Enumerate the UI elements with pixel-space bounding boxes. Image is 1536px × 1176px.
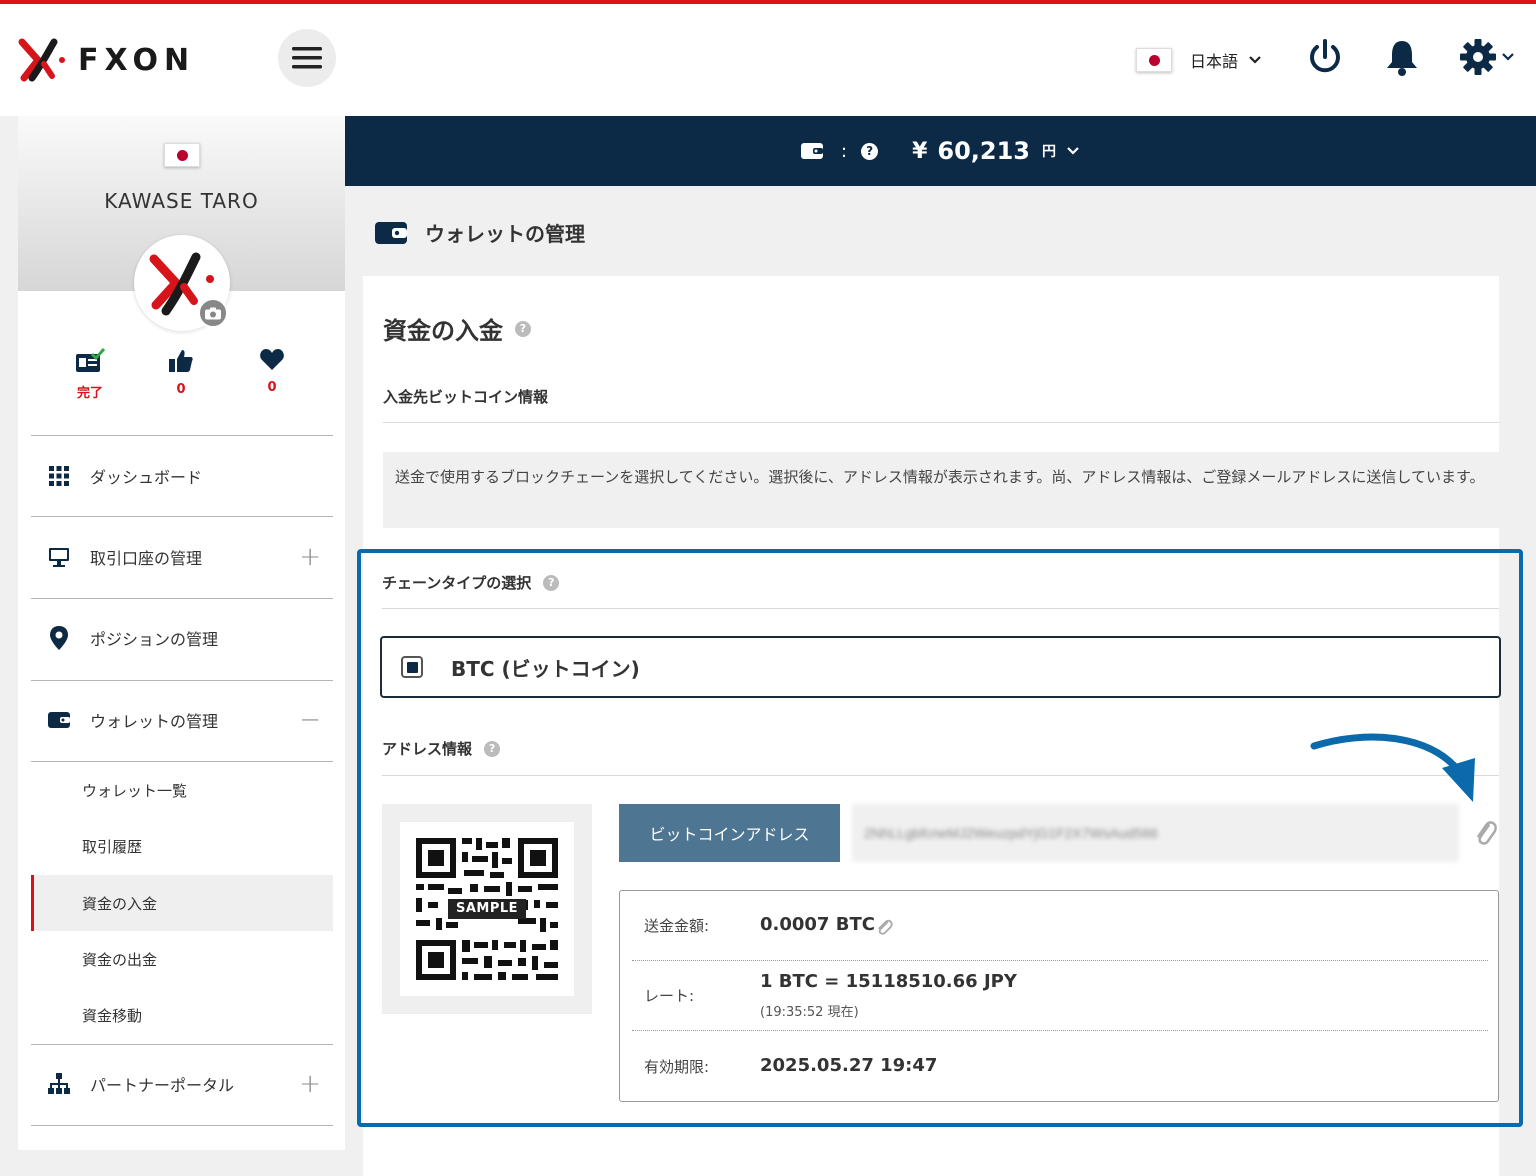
stat-favorites[interactable]: 0 (242, 348, 302, 395)
wallet-icon (48, 709, 70, 731)
section-title-text: 資金の入金 (383, 317, 503, 345)
stat-value: 0 (267, 380, 277, 395)
sidebar-item-label: ポジションの管理 (90, 630, 219, 649)
top-header: FXON 日本語 (0, 4, 1536, 116)
language-label: 日本語 (1190, 52, 1239, 71)
sidebar-subitem-transaction-history[interactable]: 取引履歴 (31, 818, 333, 874)
japan-flag-icon (164, 143, 200, 167)
chevron-down-icon (1502, 53, 1514, 61)
sidebar-item-label: パートナーポータル (90, 1076, 235, 1095)
hamburger-icon (292, 47, 322, 69)
wallet-icon (375, 221, 407, 244)
gear-icon (1460, 39, 1496, 75)
japan-flag-icon (1136, 48, 1172, 72)
map-pin-icon (48, 626, 70, 650)
hamburger-menu-button[interactable] (278, 29, 336, 87)
sidebar-item-trading-accounts[interactable]: 取引口座の管理 + (31, 517, 333, 597)
sidebar-item-wallet[interactable]: ウォレットの管理 − (31, 680, 333, 760)
page-title-text: ウォレットの管理 (425, 222, 585, 246)
sidebar-subitem-transfer[interactable]: 資金移動 (31, 987, 333, 1043)
camera-button[interactable] (198, 298, 228, 328)
fxon-x-mark-icon (18, 38, 65, 82)
sidebar-subitem-deposit[interactable]: 資金の入金 (31, 875, 333, 931)
sidebar-item-dashboard[interactable]: ダッシュボード (31, 436, 333, 516)
chevron-down-icon[interactable] (1066, 146, 1080, 156)
expand-icon[interactable]: + (299, 1069, 321, 1099)
collapse-icon[interactable]: − (299, 705, 321, 735)
profile-stats: 完了 0 0 (18, 348, 345, 410)
org-chart-icon (48, 1073, 70, 1095)
sidebar-item-label: ダッシュボード (90, 468, 203, 487)
sidebar-subitem-wallet-list[interactable]: ウォレット一覧 (31, 762, 333, 818)
section-title: 資金の入金 ? (383, 311, 531, 346)
sidebar: KAWASE TARO 完了 0 0 ダッシュボード 取引口座の管理 + ポジシ… (18, 116, 345, 1150)
id-card-check-icon (76, 348, 106, 372)
balance-amount: 60,213 (937, 137, 1030, 165)
grid-icon (48, 465, 70, 487)
chevron-down-icon (1249, 56, 1261, 64)
settings-menu[interactable] (1459, 38, 1515, 76)
sidebar-item-label: 取引口座の管理 (90, 549, 203, 568)
page-title: ウォレットの管理 (375, 218, 585, 247)
bitcoin-info-label: 入金先ビットコイン情報 (383, 388, 549, 406)
profile-name: KAWASE TARO (104, 189, 259, 213)
sidebar-item-partner-portal[interactable]: パートナーポータル + (31, 1044, 333, 1124)
monitor-icon (48, 546, 70, 568)
heart-icon (260, 349, 284, 370)
help-icon[interactable]: ? (515, 320, 531, 337)
balance-bar: : ? ¥ 60,213 円 (345, 116, 1536, 186)
sidebar-subitem-withdrawal[interactable]: 資金の出金 (31, 931, 333, 987)
info-message: 送金で使用するブロックチェーンを選択してください。選択後に、アドレス情報が表示さ… (383, 452, 1499, 528)
stat-likes[interactable]: 0 (151, 348, 211, 397)
thumbs-up-icon (169, 350, 193, 372)
highlight-frame (357, 549, 1523, 1127)
language-selector[interactable]: 日本語 (1136, 48, 1262, 72)
help-icon[interactable]: ? (861, 142, 879, 160)
balance-unit: 円 (1042, 144, 1056, 160)
logo-wordmark: FXON (78, 42, 196, 78)
wallet-icon (800, 143, 823, 159)
bell-icon[interactable] (1384, 38, 1420, 78)
power-icon[interactable] (1306, 38, 1344, 78)
sidebar-item-label: ウォレットの管理 (90, 712, 219, 731)
fxon-logo[interactable]: FXON (18, 38, 195, 82)
camera-icon (205, 307, 221, 319)
stat-verification[interactable]: 完了 (60, 348, 120, 401)
stat-value: 完了 (76, 386, 103, 401)
stat-value: 0 (176, 382, 186, 397)
currency-symbol: ¥ (912, 138, 928, 164)
divider (31, 1125, 333, 1126)
balance-separator: : (840, 140, 848, 162)
sidebar-item-positions[interactable]: ポジションの管理 (31, 598, 333, 678)
divider (383, 422, 1499, 423)
expand-icon[interactable]: + (299, 542, 321, 572)
